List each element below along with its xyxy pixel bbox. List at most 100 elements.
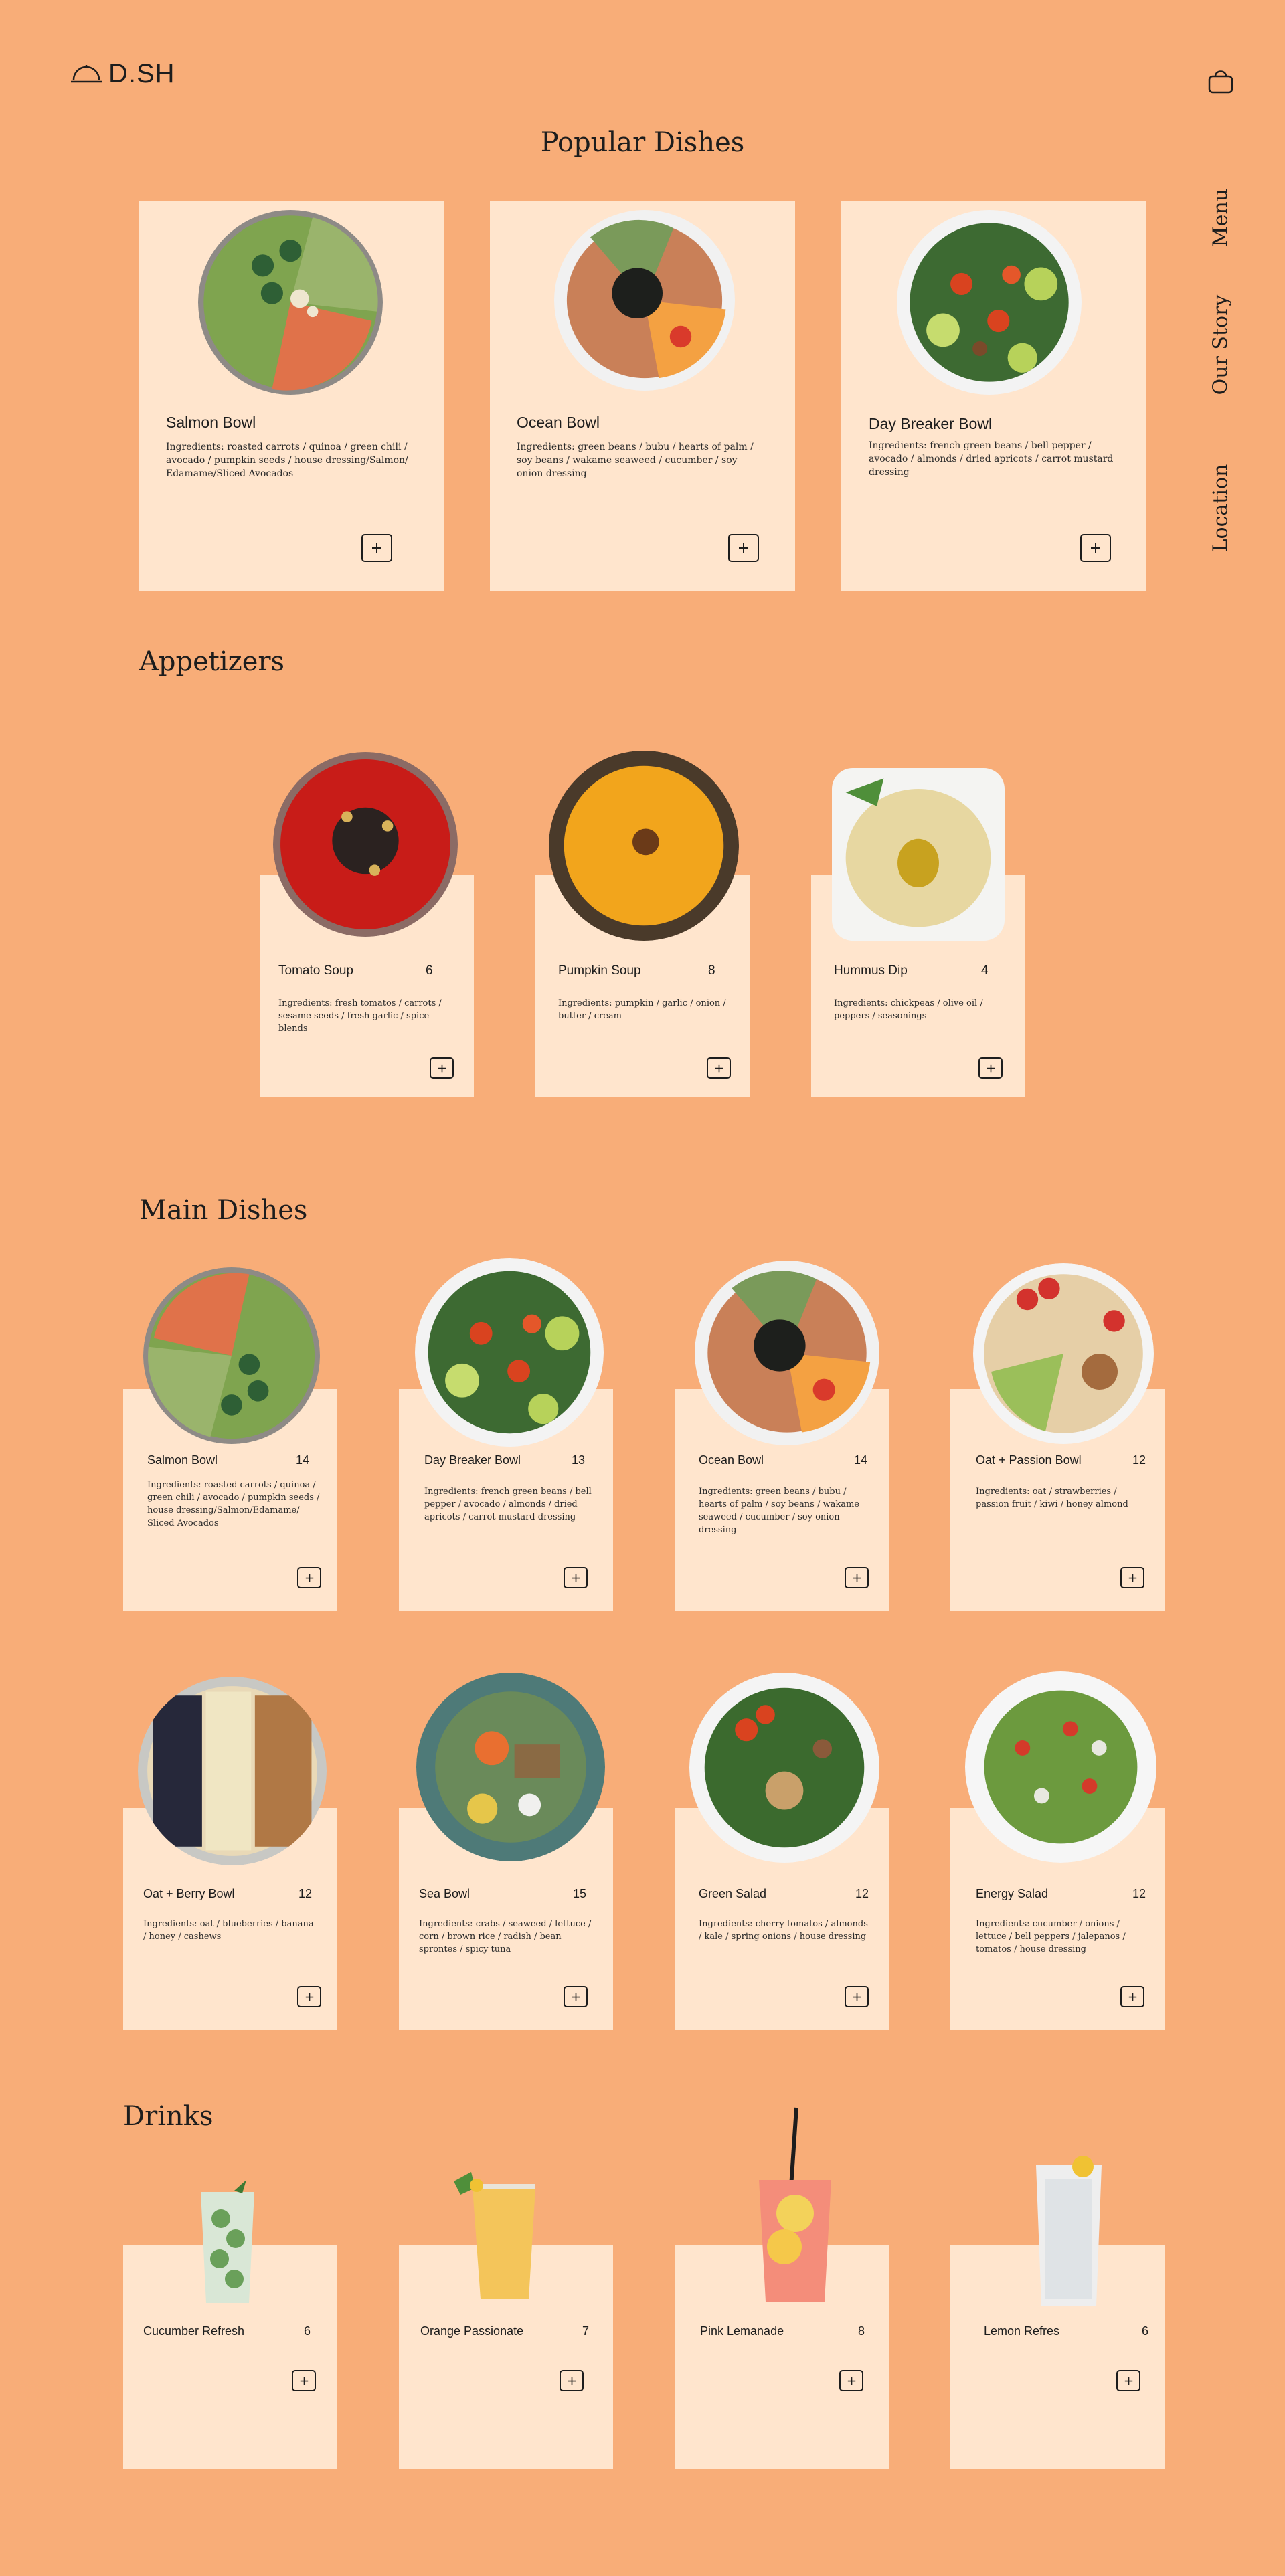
add-to-cart-button[interactable]	[297, 1567, 321, 1588]
plus-icon	[572, 1574, 580, 1582]
drink-name: Orange Passionate	[420, 2324, 524, 2338]
oat-passion-bowl-image	[973, 1263, 1154, 1444]
dish-ingredients: Ingredients: oat / blueberries / banana …	[143, 1919, 314, 1942]
dish-name: Pumpkin Soup	[558, 963, 641, 978]
add-to-cart-button[interactable]	[1080, 534, 1111, 562]
nav-our-story[interactable]: Our Story	[1209, 292, 1233, 399]
sea-bowl-image	[416, 1673, 605, 1861]
add-to-cart-button[interactable]	[564, 1567, 588, 1588]
popular-card: Day Breaker Bowl Ingredients: french gre…	[841, 201, 1146, 591]
plus-icon	[372, 543, 381, 553]
day-breaker-bowl-image	[897, 210, 1082, 395]
cloche-icon	[71, 64, 102, 82]
plus-icon	[438, 1064, 446, 1072]
plus-icon	[1128, 1574, 1136, 1582]
plus-icon	[715, 1064, 723, 1072]
cucumber-refresh-image	[201, 2180, 254, 2303]
dish-name: Hummus Dip	[834, 963, 908, 978]
dish-price: 12	[1132, 1453, 1146, 1467]
popular-card: Ocean Bowl Ingredients: green beans / bu…	[490, 201, 795, 591]
add-to-cart-button[interactable]	[1120, 1986, 1144, 2007]
dish-name: Salmon Bowl	[166, 413, 256, 431]
add-to-cart-button[interactable]	[728, 534, 759, 562]
dish-name: Green Salad	[699, 1887, 767, 1900]
add-to-cart-button[interactable]	[297, 1986, 321, 2007]
dish-name: Day Breaker Bowl	[869, 415, 993, 432]
dish-price: 12	[298, 1887, 313, 1900]
add-to-cart-button[interactable]	[845, 1567, 869, 1588]
dish-price: 14	[854, 1453, 868, 1467]
add-to-cart-button[interactable]	[560, 2370, 584, 2391]
plus-icon	[305, 1574, 313, 1582]
dish-ingredients: Ingredients: roasted carrots / quinoa / …	[147, 1480, 320, 1528]
dish-price: 12	[1132, 1887, 1146, 1900]
plus-icon	[572, 1993, 580, 2001]
add-to-cart-button[interactable]	[978, 1057, 1003, 1079]
oat-berry-bowl-image	[138, 1677, 327, 1865]
main-dishes-title: Main Dishes	[139, 1195, 308, 1226]
dish-name: Energy Salad	[976, 1887, 1049, 1900]
dish-ingredients: Ingredients: fresh tomatos / carrots / s…	[278, 998, 442, 1034]
plus-icon	[568, 2377, 576, 2385]
add-to-cart-button[interactable]	[361, 534, 392, 562]
add-to-cart-button[interactable]	[430, 1057, 454, 1079]
dish-price: 6	[426, 963, 433, 978]
add-to-cart-button[interactable]	[564, 1986, 588, 2007]
dish-ingredients: Ingredients: oat / strawberries / passio…	[976, 1487, 1128, 1509]
pumpkin-soup-image	[549, 751, 739, 941]
dish-ingredients: Ingredients: french green beans / bell p…	[869, 440, 1114, 478]
orange-passionate-image	[454, 2172, 535, 2299]
add-to-cart-button[interactable]	[1120, 1567, 1144, 1588]
plus-icon	[739, 543, 748, 553]
dish-name: Salmon Bowl	[147, 1453, 218, 1467]
dish-ingredients: Ingredients: roasted carrots / quinoa / …	[166, 442, 408, 479]
nav-location[interactable]: Location	[1209, 462, 1233, 555]
dish-ingredients: Ingredients: cherry tomatos / almonds / …	[699, 1919, 868, 1942]
dish-price: 14	[296, 1453, 310, 1467]
add-to-cart-button[interactable]	[839, 2370, 863, 2391]
dish-price: 4	[981, 963, 989, 978]
green-salad-image	[689, 1673, 879, 1863]
popular-card: Salmon Bowl Ingredients: roasted carrots…	[139, 201, 444, 591]
plus-icon	[1128, 1993, 1136, 2001]
plus-icon	[987, 1064, 995, 1072]
dish-ingredients: Ingredients: french green beans / bell p…	[424, 1487, 592, 1522]
add-to-cart-button[interactable]	[292, 2370, 316, 2391]
drink-name: Pink Lemanade	[700, 2324, 784, 2338]
salmon-bowl-image	[143, 1267, 320, 1444]
drink-price: 7	[582, 2324, 590, 2338]
plus-icon	[300, 2377, 308, 2385]
dish-name: Tomato Soup	[278, 963, 353, 978]
basket-icon[interactable]	[1207, 66, 1234, 95]
logo[interactable]: D.SH	[70, 59, 175, 89]
add-to-cart-button[interactable]	[845, 1986, 869, 2007]
dish-name: Sea Bowl	[419, 1887, 470, 1900]
brand-name: D.SH	[108, 59, 175, 88]
dish-ingredients: Ingredients: pumpkin / garlic / onion / …	[558, 998, 726, 1021]
add-to-cart-button[interactable]	[1116, 2370, 1140, 2391]
pink-lemonade-image	[759, 2107, 831, 2302]
drink-name: Lemon Refres	[984, 2324, 1060, 2338]
drink-price: 6	[304, 2324, 311, 2338]
day-breaker-bowl-image	[415, 1258, 604, 1447]
dish-name: Oat + Berry Bowl	[143, 1887, 235, 1900]
drinks-title: Drinks	[123, 2101, 213, 2132]
popular-title: Popular Dishes	[540, 127, 745, 158]
dish-name: Oat + Passion Bowl	[976, 1453, 1082, 1467]
dish-ingredients: Ingredients: green beans / bubu / hearts…	[699, 1487, 859, 1535]
add-to-cart-button[interactable]	[707, 1057, 731, 1079]
drink-price: 6	[1142, 2324, 1149, 2338]
dish-ingredients: Ingredients: chickpeas / olive oil / pep…	[834, 998, 983, 1021]
nav-menu[interactable]: Menu	[1209, 185, 1233, 252]
dish-name: Day Breaker Bowl	[424, 1453, 521, 1467]
dish-price: 13	[572, 1453, 586, 1467]
plus-icon	[305, 1993, 313, 2001]
ocean-bowl-image	[695, 1261, 879, 1445]
appetizers-title: Appetizers	[139, 646, 285, 677]
plus-icon	[847, 2377, 855, 2385]
drink-price: 8	[858, 2324, 865, 2338]
tomato-soup-image	[273, 752, 458, 937]
plus-icon	[853, 1574, 861, 1582]
dish-price: 8	[708, 963, 715, 978]
lemon-refresh-image	[1036, 2156, 1102, 2306]
